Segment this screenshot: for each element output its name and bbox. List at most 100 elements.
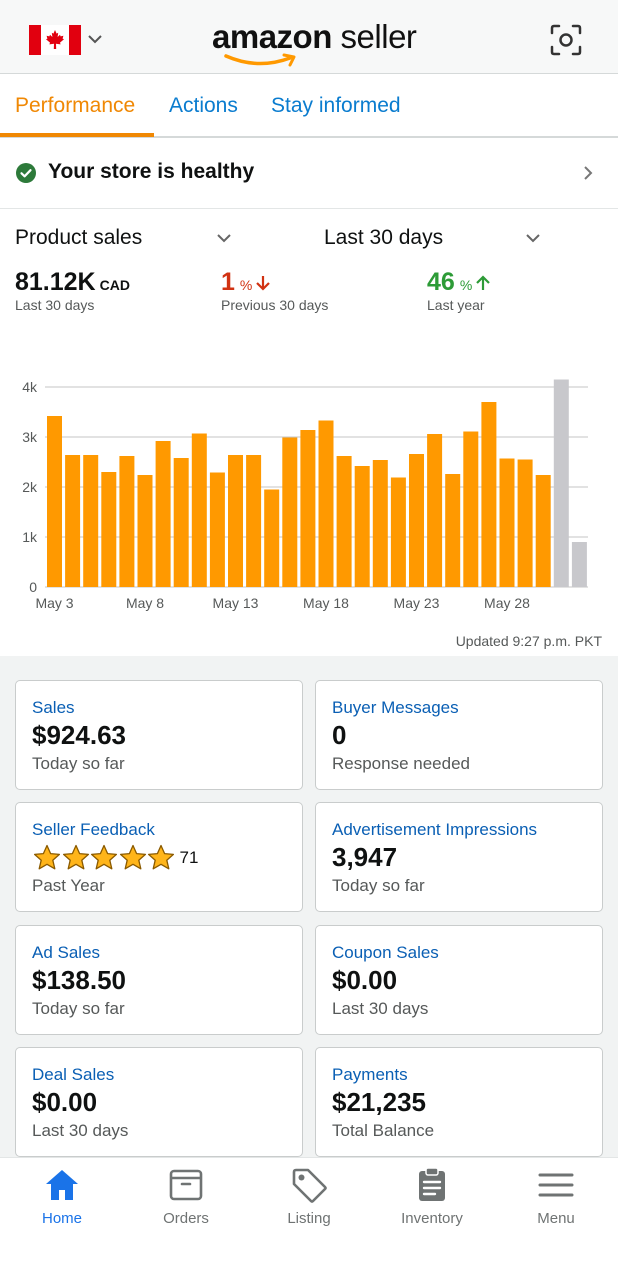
sales-bar: [282, 437, 298, 587]
clipboard-icon: [419, 1167, 445, 1201]
card-value: $924.63: [32, 720, 126, 750]
card-title: Buyer Messages: [332, 698, 459, 717]
previous-period-change: 1 %: [221, 268, 271, 297]
buyer-messages-card[interactable]: Buyer Messages 0 Response needed: [315, 680, 603, 790]
sales-bar: [499, 458, 515, 587]
star-icon: [90, 844, 118, 870]
deal-sales-card[interactable]: Deal Sales $0.00 Last 30 days: [15, 1047, 303, 1157]
sales-bar: [173, 458, 189, 587]
star-icon: [33, 844, 61, 870]
sales-total-value: 81.12K: [15, 268, 96, 296]
nav-orders[interactable]: Orders: [124, 1158, 248, 1238]
card-subtitle: Response needed: [332, 754, 471, 773]
logo-suffix: seller: [340, 18, 417, 55]
sales-bar: [155, 441, 171, 587]
store-health-label: Your store is healthy: [48, 160, 255, 183]
card-value: $138.50: [32, 965, 126, 995]
canada-flag-icon[interactable]: [29, 25, 81, 55]
year-change-unit: %: [459, 277, 473, 293]
card-title: Coupon Sales: [332, 943, 439, 962]
scan-icon[interactable]: [549, 23, 583, 57]
tag-icon: [292, 1168, 327, 1203]
sales-total-caption: Last 30 days: [15, 297, 95, 313]
sales-card[interactable]: Sales $924.63 Today so far: [15, 680, 303, 790]
sales-bar: [463, 431, 479, 587]
card-title: Ad Sales: [32, 943, 101, 962]
year-change: 46 %: [427, 268, 491, 297]
card-value: $21,235: [332, 1087, 426, 1117]
previous-change-caption: Previous 30 days: [221, 297, 329, 313]
card-subtitle: Today so far: [32, 999, 125, 1018]
tab-stay-informed[interactable]: Stay informed: [271, 94, 401, 118]
updated-timestamp: Updated 9:27 p.m. PKT: [455, 633, 602, 649]
comparison-bar: [571, 542, 587, 587]
seller-feedback-card[interactable]: Seller Feedback 71 Past Year: [15, 802, 303, 912]
x-tick-label: May 13: [213, 595, 259, 611]
year-change-caption: Last year: [427, 297, 485, 313]
card-value: 0: [332, 720, 347, 750]
x-tick-label: May 18: [303, 595, 349, 611]
card-title: Advertisement Impressions: [332, 820, 538, 839]
sales-bar: [119, 456, 135, 587]
sales-bar: [517, 459, 533, 587]
tab-performance[interactable]: Performance: [15, 94, 135, 118]
nav-menu[interactable]: Menu: [494, 1158, 618, 1238]
card-title: Deal Sales: [32, 1065, 115, 1084]
card-subtitle: Past Year: [32, 876, 105, 895]
star-icon: [147, 844, 175, 870]
sales-bar: [336, 456, 352, 587]
y-tick-label: 0: [29, 579, 37, 595]
sales-bar: [264, 489, 280, 587]
coupon-sales-card[interactable]: Coupon Sales $0.00 Last 30 days: [315, 925, 603, 1035]
nav-listing[interactable]: Listing: [247, 1158, 371, 1238]
sales-total: 81.12K CAD: [15, 268, 130, 297]
star-icon: [119, 844, 146, 870]
payments-card[interactable]: Payments $21,235 Total Balance: [315, 1047, 603, 1157]
sales-bar: [65, 455, 81, 587]
x-tick-label: May 28: [484, 595, 530, 611]
sales-bar: [209, 472, 225, 587]
chevron-down-icon[interactable]: [215, 231, 233, 245]
comparison-bar: [553, 379, 569, 587]
y-tick-label: 3k: [22, 429, 38, 445]
active-tab-indicator: [0, 133, 154, 137]
top-bar: amazon seller: [0, 0, 618, 74]
ad-sales-card[interactable]: Ad Sales $138.50 Today so far: [15, 925, 303, 1035]
store-health-row[interactable]: Your store is healthy: [0, 138, 618, 209]
metric-selector[interactable]: Product sales: [15, 226, 142, 250]
sales-bar: [246, 455, 262, 587]
card-subtitle: Last 30 days: [32, 1121, 129, 1140]
sales-bar: [318, 420, 334, 587]
box-icon: [169, 1169, 203, 1201]
tab-actions[interactable]: Actions: [169, 94, 238, 118]
bottom-navigation: Home Orders Listing Inventory Menu: [0, 1157, 618, 1280]
sales-bar: [300, 430, 316, 587]
chevron-down-icon[interactable]: [86, 32, 104, 46]
star-icon: [62, 844, 89, 870]
card-value: 3,947: [332, 842, 398, 872]
check-circle-icon: [16, 163, 36, 183]
period-selector[interactable]: Last 30 days: [324, 226, 443, 250]
previous-change-value: 1: [221, 268, 235, 296]
sales-bar: [137, 475, 153, 587]
nav-inventory[interactable]: Inventory: [370, 1158, 494, 1238]
arrow-up-icon: [476, 275, 491, 290]
ad-impressions-card[interactable]: Advertisement Impressions 3,947 Today so…: [315, 802, 603, 912]
sales-bar: [47, 416, 62, 587]
sales-bar: [191, 433, 207, 587]
home-icon: [46, 1170, 78, 1200]
nav-label: Menu: [537, 1210, 575, 1227]
card-title: Seller Feedback: [32, 820, 155, 839]
sales-bar: [427, 434, 443, 587]
nav-label: Listing: [287, 1210, 331, 1227]
sales-bar: [535, 475, 551, 587]
sales-bar: [445, 474, 461, 587]
chevron-down-icon[interactable]: [524, 231, 542, 245]
year-change-value: 46: [427, 268, 455, 296]
y-tick-label: 4k: [22, 379, 38, 395]
sales-total-unit: CAD: [99, 277, 130, 293]
nav-home[interactable]: Home: [0, 1158, 124, 1238]
chevron-right-icon: [584, 166, 593, 180]
dashboard-cards: Sales $924.63 Today so far Buyer Message…: [0, 656, 618, 1160]
nav-label: Orders: [163, 1210, 209, 1227]
